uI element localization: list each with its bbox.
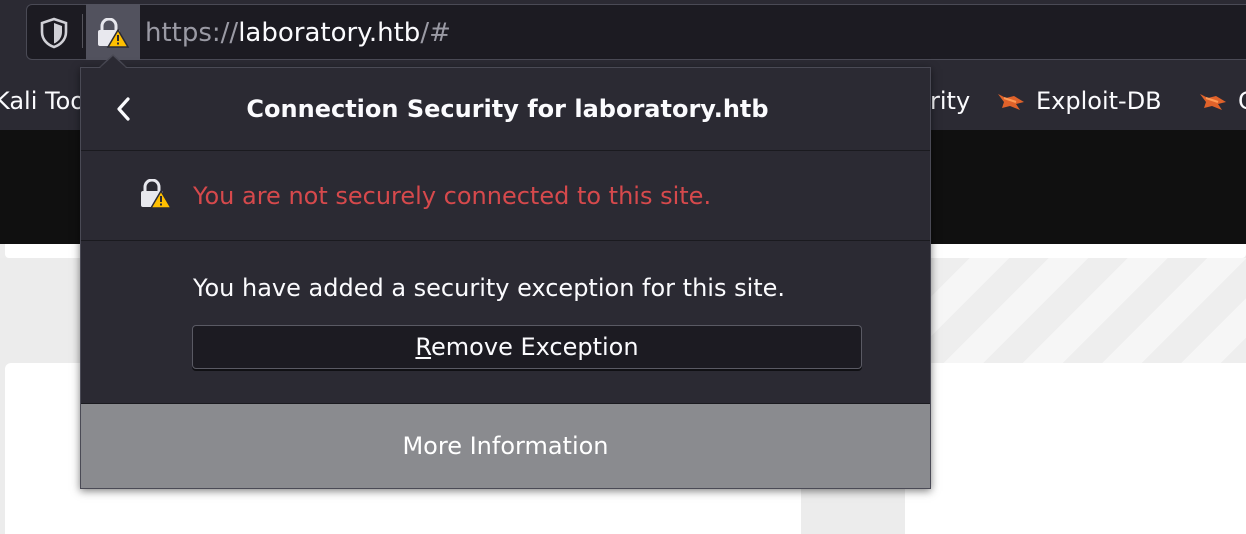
site-identity-button[interactable] <box>86 4 140 60</box>
more-information-button[interactable]: More Information <box>81 404 930 488</box>
popup-arrow <box>100 56 126 68</box>
remove-button-mnemonic: R <box>415 333 432 361</box>
insecure-lock-warning-icon <box>141 179 173 209</box>
navigation-toolbar: https://laboratory.htb/# <box>0 0 1246 68</box>
decorative-pattern <box>930 258 1246 363</box>
exploitdb-bug-icon <box>1200 94 1226 110</box>
url-text[interactable]: https://laboratory.htb/# <box>145 16 451 50</box>
panel-header: Connection Security for laboratory.htb <box>81 68 930 151</box>
bookmark-exploit-db[interactable]: Exploit-DB <box>996 86 1162 116</box>
bookmark-security[interactable]: rity <box>930 86 970 116</box>
insecure-lock-warning-icon <box>98 18 130 48</box>
connection-security-panel: Connection Security for laboratory.htb Y… <box>80 67 931 489</box>
exception-message: You have added a security exception for … <box>193 274 786 302</box>
shield-icon[interactable] <box>40 17 68 49</box>
bookmark-label: Kali Too <box>0 87 85 115</box>
panel-title: Connection Security for laboratory.htb <box>246 95 769 123</box>
remove-button-label: emove Exception <box>431 333 639 361</box>
bookmark-label: G <box>1238 86 1246 116</box>
bookmark-google-hacking[interactable]: G <box>1198 86 1246 116</box>
bookmark-label: rity <box>930 87 971 115</box>
insecure-message: You are not securely connected to this s… <box>193 182 712 210</box>
bookmark-kali-tools[interactable]: Kali Too <box>0 86 85 116</box>
exploitdb-bug-icon <box>998 94 1024 110</box>
url-host: laboratory.htb <box>238 18 421 48</box>
remove-exception-button[interactable]: Remove Exception <box>192 325 862 369</box>
bookmark-label: Exploit-DB <box>1036 87 1162 115</box>
insecure-connection-row: You are not securely connected to this s… <box>81 151 930 241</box>
content-card-side <box>905 363 1246 534</box>
url-divider <box>82 14 83 48</box>
url-scheme: https:// <box>145 18 239 48</box>
url-path: /# <box>420 18 451 48</box>
security-exception-row: You have added a security exception for … <box>81 241 930 404</box>
